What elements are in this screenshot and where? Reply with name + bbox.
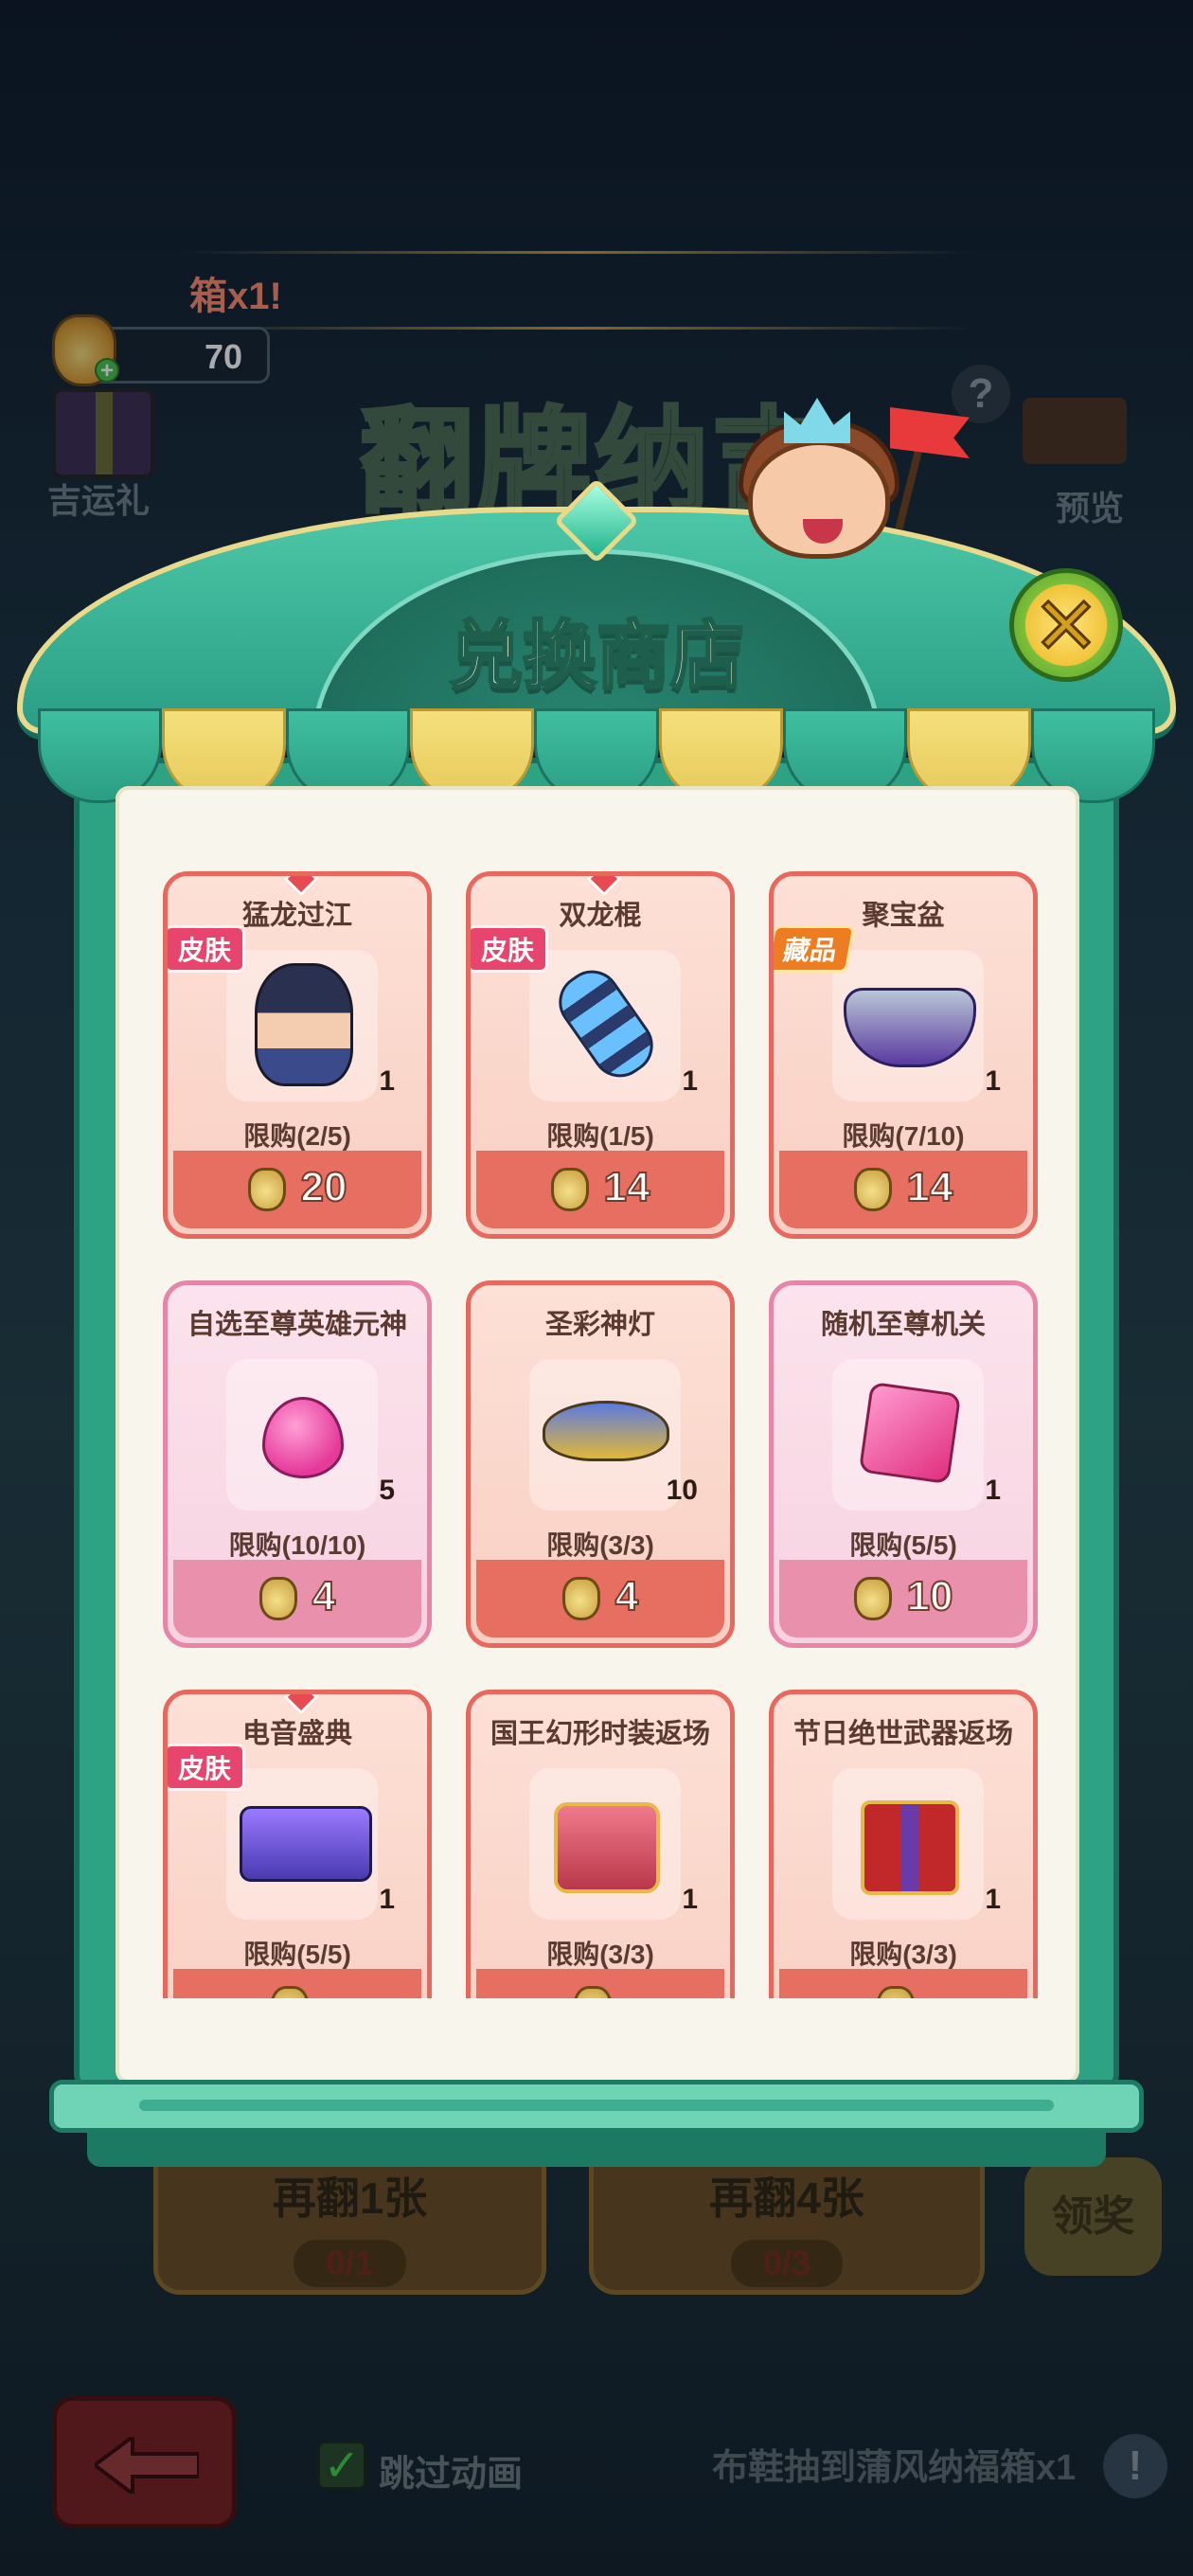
item-quantity: 1 bbox=[682, 1884, 698, 1915]
item-quantity: 5 bbox=[379, 1475, 395, 1506]
shop-item-card[interactable]: 双龙棍 皮肤 1 限购(1/5) 14 bbox=[466, 871, 735, 1239]
shop-frame-foot bbox=[87, 2129, 1106, 2167]
coin-bag-icon bbox=[258, 1577, 297, 1620]
item-image bbox=[226, 950, 378, 1101]
coin-bag-icon bbox=[853, 1168, 892, 1211]
purchase-limit: 限购(3/3) bbox=[546, 1940, 654, 1969]
shop-item-card[interactable]: 国王幻形时装返场 1 限购(3/3) bbox=[466, 1690, 735, 1998]
item-price: 4 bbox=[312, 1572, 337, 1620]
close-icon: ✕ bbox=[1031, 581, 1100, 671]
shop-item-card[interactable]: 电音盛典 皮肤 1 限购(5/5) bbox=[163, 1690, 432, 1998]
shop-item-card[interactable]: 随机至尊机关 1 限购(5/5) 10 bbox=[769, 1280, 1038, 1648]
item-badge: 皮肤 bbox=[168, 1744, 246, 1791]
purchase-limit: 限购(3/3) bbox=[546, 1530, 654, 1560]
item-image bbox=[529, 1768, 681, 1920]
item-name: 自选至尊英雄元神 bbox=[187, 1310, 407, 1340]
purchase-limit: 限购(5/5) bbox=[849, 1530, 957, 1560]
coin-bag-icon bbox=[561, 1577, 600, 1620]
coin-bag-icon bbox=[271, 1986, 309, 1998]
item-price: 14 bbox=[906, 1163, 954, 1211]
item-quantity: 1 bbox=[379, 1065, 395, 1097]
buy-button[interactable]: 10 bbox=[779, 1560, 1027, 1637]
buy-button[interactable] bbox=[779, 1969, 1027, 1998]
item-badge: 皮肤 bbox=[168, 925, 246, 973]
item-price: 10 bbox=[906, 1572, 954, 1620]
item-image bbox=[832, 1768, 984, 1920]
purchase-limit: 限购(7/10) bbox=[842, 1121, 965, 1151]
buy-button[interactable] bbox=[173, 1969, 421, 1998]
buy-button[interactable]: 4 bbox=[476, 1560, 724, 1637]
buy-button[interactable]: 4 bbox=[173, 1560, 421, 1637]
gift-icon bbox=[861, 1800, 959, 1895]
item-name: 节日绝世武器返场 bbox=[792, 1719, 1013, 1749]
coin-bag-icon bbox=[877, 1986, 915, 1998]
purchase-limit: 限购(5/5) bbox=[243, 1940, 351, 1969]
item-image bbox=[529, 950, 681, 1101]
shop-bottom-bar bbox=[49, 2080, 1144, 2133]
dj-icon bbox=[240, 1806, 372, 1882]
item-quantity: 10 bbox=[666, 1475, 698, 1506]
item-grid[interactable]: 猛龙过江 皮肤 1 限购(2/5) 20 双龙棍 皮肤 1 限购(1/5) 14 聚宝盆 藏品 1 限购(… bbox=[116, 852, 1079, 1998]
item-name: 圣彩神灯 bbox=[544, 1310, 655, 1340]
bowl-icon bbox=[844, 988, 976, 1067]
hero-icon bbox=[255, 963, 353, 1086]
shop-item-card[interactable]: 猛龙过江 皮肤 1 限购(2/5) 20 bbox=[163, 871, 432, 1239]
orb-icon bbox=[262, 1397, 344, 1478]
item-badge: 藏品 bbox=[774, 925, 856, 973]
shop-item-card[interactable]: 聚宝盆 藏品 1 限购(7/10) 14 bbox=[769, 871, 1038, 1239]
shop-item-card[interactable]: 自选至尊英雄元神 5 限购(10/10) 4 bbox=[163, 1280, 432, 1648]
close-button[interactable]: ✕ bbox=[1009, 568, 1123, 682]
nun-icon bbox=[547, 958, 665, 1089]
buy-button[interactable] bbox=[476, 1969, 724, 1998]
item-quantity: 1 bbox=[379, 1884, 395, 1915]
item-price: 20 bbox=[300, 1163, 348, 1211]
item-price: 14 bbox=[603, 1163, 651, 1211]
coin-bag-icon bbox=[574, 1986, 612, 1998]
cube-icon bbox=[858, 1381, 962, 1485]
coin-bag-icon bbox=[247, 1168, 286, 1211]
item-image bbox=[529, 1359, 681, 1511]
purchase-limit: 限购(3/3) bbox=[849, 1940, 957, 1969]
item-name: 随机至尊机关 bbox=[820, 1310, 986, 1340]
purchase-limit: 限购(1/5) bbox=[546, 1121, 654, 1151]
buy-button[interactable]: 14 bbox=[476, 1151, 724, 1228]
buy-button[interactable]: 20 bbox=[173, 1151, 421, 1228]
shop-item-card[interactable]: 节日绝世武器返场 1 限购(3/3) bbox=[769, 1690, 1038, 1998]
item-quantity: 1 bbox=[985, 1065, 1001, 1097]
chest-icon bbox=[554, 1802, 660, 1893]
item-image bbox=[832, 950, 984, 1101]
item-quantity: 1 bbox=[985, 1475, 1001, 1506]
buy-button[interactable]: 14 bbox=[779, 1151, 1027, 1228]
lamp-icon bbox=[543, 1401, 669, 1461]
purchase-limit: 限购(2/5) bbox=[243, 1121, 351, 1151]
item-name: 国王幻形时装返场 bbox=[490, 1719, 710, 1749]
item-badge: 皮肤 bbox=[471, 925, 549, 973]
coin-bag-icon bbox=[550, 1168, 589, 1211]
item-image bbox=[832, 1359, 984, 1511]
item-price: 4 bbox=[614, 1572, 640, 1620]
shop-item-card[interactable]: 圣彩神灯 10 限购(3/3) 4 bbox=[466, 1280, 735, 1648]
coin-bag-icon bbox=[853, 1577, 892, 1620]
item-image bbox=[226, 1768, 378, 1920]
item-quantity: 1 bbox=[682, 1065, 698, 1097]
purchase-limit: 限购(10/10) bbox=[228, 1530, 366, 1560]
item-image bbox=[226, 1359, 378, 1511]
item-quantity: 1 bbox=[985, 1884, 1001, 1915]
